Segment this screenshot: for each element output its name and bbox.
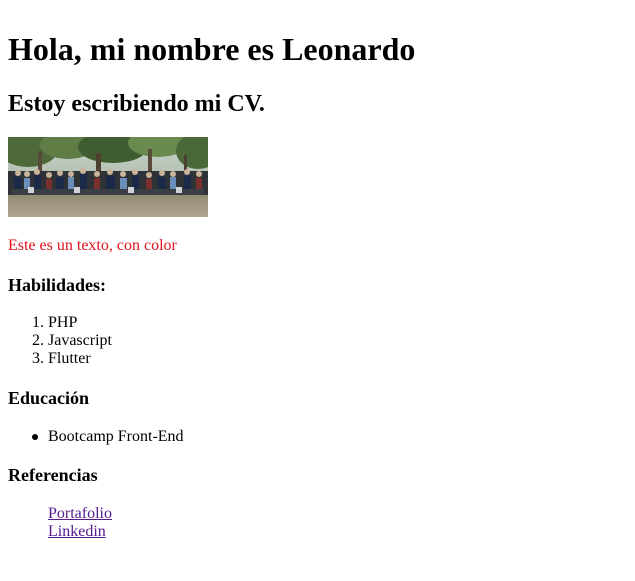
page-title: Hola, mi nombre es Leonardo xyxy=(8,31,416,67)
list-number: 3. xyxy=(32,350,44,367)
page-subtitle: Estoy escribiendo mi CV. xyxy=(8,91,265,117)
portfolio-link[interactable]: Portafolio xyxy=(48,505,112,523)
skill-label: PHP xyxy=(48,314,78,331)
skills-heading: Habilidades: xyxy=(8,275,107,295)
list-number: 1. xyxy=(32,314,44,331)
list-item: 1. PHP xyxy=(8,314,112,332)
education-label: Bootcamp Front-End xyxy=(48,428,184,445)
list-item: 2. Javascript xyxy=(8,332,112,350)
skills-list: 1. PHP 2. Javascript 3. Flutter xyxy=(8,314,112,368)
skill-label: Flutter xyxy=(48,350,91,367)
linkedin-link[interactable]: Linkedin xyxy=(48,523,112,541)
references-heading: Referencias xyxy=(8,465,98,485)
education-list: Bootcamp Front-End xyxy=(8,428,184,446)
skill-label: Javascript xyxy=(48,332,112,349)
bullet-icon xyxy=(32,434,38,440)
references-list: Portafolio Linkedin xyxy=(48,505,112,541)
education-heading: Educación xyxy=(8,388,90,408)
list-number: 2. xyxy=(32,332,44,349)
list-item: Bootcamp Front-End xyxy=(8,428,184,446)
list-item: 3. Flutter xyxy=(8,350,112,368)
colored-paragraph: Este es un texto, con color xyxy=(8,237,177,254)
group-photo xyxy=(8,137,208,217)
